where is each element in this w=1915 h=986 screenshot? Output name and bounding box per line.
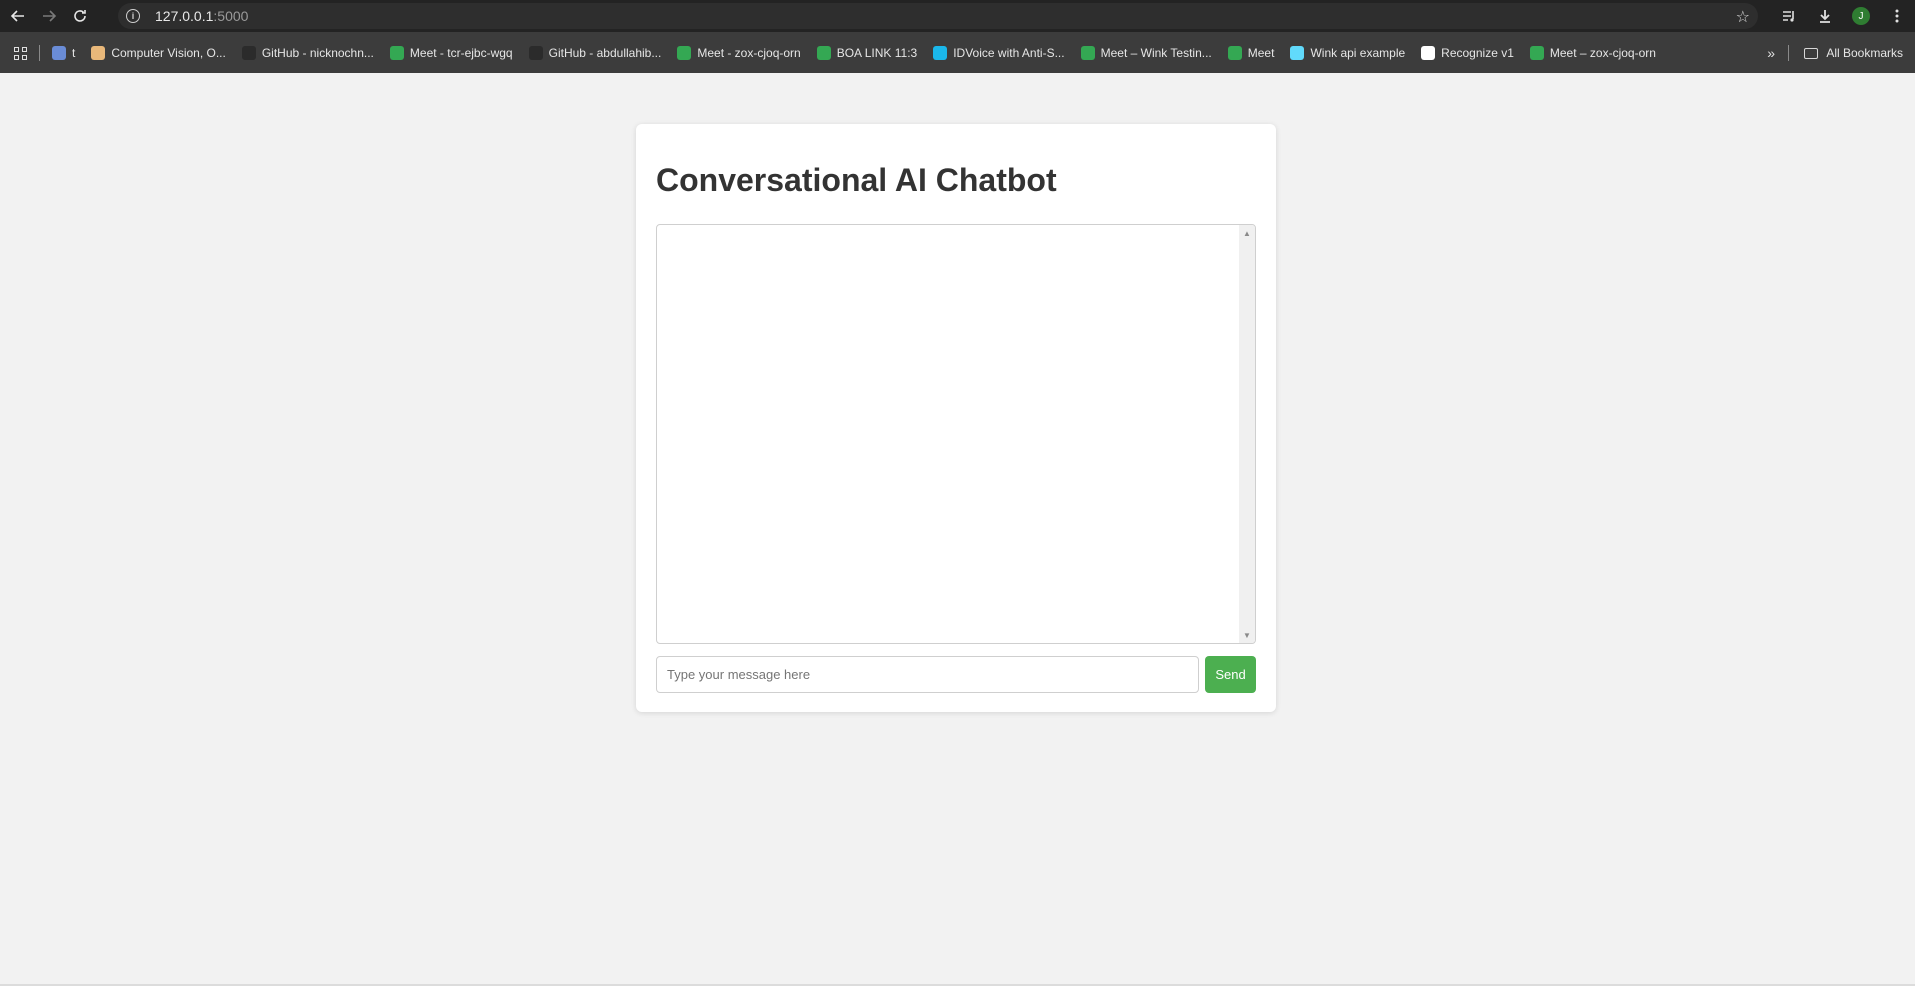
browser-chrome: i 127.0.0.1:5000 ☆ J t Computer Vision, O… [0, 0, 1915, 73]
url-port: :5000 [213, 8, 249, 24]
bookmark-item[interactable]: Recognize v1 [1413, 40, 1522, 66]
url-text[interactable]: 127.0.0.1:5000 [155, 8, 248, 24]
bookmark-favicon-icon [52, 46, 66, 60]
bookmark-item[interactable]: BOA LINK 11:3 [809, 40, 926, 66]
reload-icon[interactable] [67, 3, 93, 29]
bookmark-favicon-icon [933, 46, 948, 60]
back-icon[interactable] [5, 3, 31, 29]
bookmark-label: GitHub - abdullahib... [548, 46, 662, 60]
bookmark-label: Recognize v1 [1441, 46, 1514, 60]
bookmark-favicon-icon [677, 46, 692, 60]
bookmark-label: GitHub - nicknochn... [261, 46, 374, 60]
bookmarks-list: t Computer Vision, O... GitHub - nicknochn… [44, 40, 1664, 66]
url-host: 127.0.0.1 [155, 8, 214, 24]
bookmarks-bar: t Computer Vision, O... GitHub - nicknochn… [0, 40, 1915, 66]
browser-toolbar: i 127.0.0.1:5000 ☆ J [0, 0, 1915, 32]
chat-scrollbar[interactable]: ▲ ▼ [1239, 225, 1255, 643]
avatar: J [1852, 7, 1870, 25]
bookmark-favicon-icon [241, 46, 256, 60]
media-playlist-icon[interactable] [1771, 0, 1807, 32]
bookmark-item[interactable]: Meet - tcr-ejbc-wgq [382, 40, 521, 66]
all-bookmarks-button[interactable]: All Bookmarks [1804, 40, 1903, 66]
bookmark-label: IDVoice with Anti-S... [953, 46, 1065, 60]
bookmark-item[interactable]: Computer Vision, O... [83, 40, 234, 66]
bookmarks-separator [39, 45, 40, 61]
bookmark-favicon-icon [389, 46, 404, 60]
bookmark-favicon-icon [1227, 46, 1242, 60]
bookmark-item[interactable]: Meet - zox-cjoq-orn [669, 40, 808, 66]
message-input[interactable] [656, 656, 1199, 693]
toolbar-right-icons: J [1771, 0, 1915, 32]
bookmark-favicon-icon [91, 46, 106, 60]
forward-icon[interactable] [36, 3, 62, 29]
bookmark-favicon-icon [1290, 46, 1305, 60]
bookmark-item[interactable]: GitHub - abdullahib... [521, 40, 670, 66]
bookmarks-separator-right [1788, 45, 1789, 61]
bookmark-item[interactable]: Meet – Wink Testin... [1073, 40, 1220, 66]
bookmark-label: t [72, 46, 76, 60]
chat-card: Conversational AI Chatbot ▲ ▼ Send [636, 124, 1276, 712]
page-title: Conversational AI Chatbot [656, 162, 1057, 198]
bookmark-favicon-icon [1421, 46, 1436, 60]
more-menu-icon[interactable] [1879, 0, 1915, 32]
send-button[interactable]: Send [1205, 656, 1256, 693]
page-body: Conversational AI Chatbot ▲ ▼ Send [0, 73, 1915, 986]
all-bookmarks-label: All Bookmarks [1826, 46, 1903, 60]
bookmark-label: BOA LINK 11:3 [836, 46, 918, 60]
bookmark-label: Computer Vision, O... [111, 46, 226, 60]
bookmark-item[interactable]: Meet [1220, 40, 1283, 66]
bookmark-favicon-icon [1529, 46, 1544, 60]
scroll-up-icon[interactable]: ▲ [1239, 225, 1255, 241]
folder-icon [1804, 47, 1819, 59]
bookmark-item[interactable]: IDVoice with Anti-S... [925, 40, 1072, 66]
site-info-icon[interactable]: i [126, 9, 140, 23]
bookmark-label: Meet – zox-cjoq-orn [1549, 46, 1656, 60]
bookmark-item[interactable]: Wink api example [1282, 40, 1413, 66]
bookmark-label: Meet [1247, 46, 1275, 60]
bookmark-item[interactable]: t [44, 40, 83, 66]
bookmark-item[interactable]: GitHub - nicknochn... [234, 40, 382, 66]
bookmark-item[interactable]: Meet – zox-cjoq-orn [1522, 40, 1664, 66]
message-input-row: Send [656, 656, 1256, 693]
profile-button[interactable]: J [1843, 0, 1879, 32]
bookmarks-overflow-icon[interactable]: » [1767, 40, 1775, 66]
apps-grid-icon[interactable] [0, 46, 35, 60]
address-bar[interactable]: i 127.0.0.1:5000 ☆ [118, 3, 1758, 29]
scroll-down-icon[interactable]: ▼ [1239, 627, 1255, 643]
bookmark-favicon-icon [1080, 46, 1095, 60]
bookmark-favicon-icon [528, 46, 543, 60]
bookmark-label: Meet - tcr-ejbc-wgq [409, 46, 513, 60]
bookmark-favicon-icon [816, 46, 831, 60]
bookmark-star-icon[interactable]: ☆ [1736, 7, 1750, 27]
download-icon[interactable] [1807, 0, 1843, 32]
chat-messages-area[interactable]: ▲ ▼ [656, 224, 1256, 644]
bookmark-label: Wink api example [1310, 46, 1406, 60]
bookmark-label: Meet - zox-cjoq-orn [697, 46, 801, 60]
bookmark-label: Meet – Wink Testin... [1100, 46, 1212, 60]
